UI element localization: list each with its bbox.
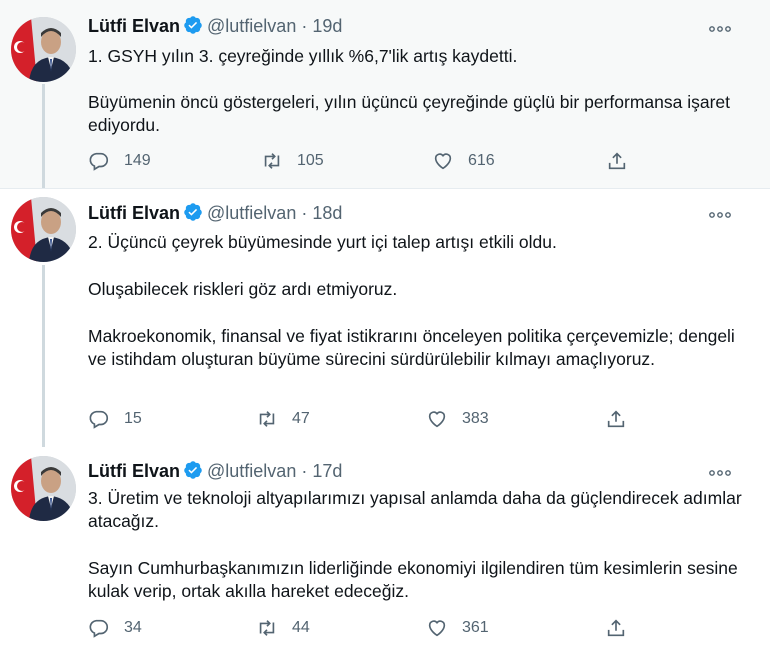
heart-icon bbox=[428, 411, 446, 428]
retweet-count: 105 bbox=[297, 152, 324, 169]
like-count: 383 bbox=[462, 410, 489, 427]
reply-count: 149 bbox=[124, 152, 151, 169]
more-horizontal-icon[interactable] bbox=[707, 206, 733, 224]
tweet-paragraph: Oluşabilecek riskleri göz ardı etmiyoruz… bbox=[88, 279, 398, 299]
tweet-age[interactable]: 18d bbox=[312, 203, 342, 223]
separator-dot: · bbox=[301, 461, 308, 481]
like-button[interactable]: 383 bbox=[426, 408, 489, 430]
verified-badge-icon bbox=[183, 460, 203, 485]
reply-count: 15 bbox=[124, 410, 142, 427]
tweet-1[interactable]: Lütfi Elvan @lutfielvan · 19d 1. GSYH yılın… bbox=[0, 0, 770, 189]
like-count: 616 bbox=[468, 152, 495, 169]
author-name[interactable]: Lütfi Elvan bbox=[88, 16, 180, 36]
tweet-paragraph: 3. Üretim ve teknoloji altyapılarımızı y… bbox=[88, 488, 742, 531]
heart-icon bbox=[434, 153, 452, 170]
tweet-paragraph: 1. GSYH yılın 3. çeyreğinde yıllık %6,7'… bbox=[88, 46, 518, 66]
separator-dot: · bbox=[301, 16, 308, 36]
avatar[interactable] bbox=[11, 17, 76, 82]
reply-icon bbox=[89, 152, 109, 171]
tweet-actions: 149 105 616 bbox=[88, 150, 648, 174]
verified-badge-icon bbox=[183, 202, 203, 227]
tweet-3[interactable]: Lütfi Elvan @lutfielvan · 17d 3. Üretim ve … bbox=[0, 447, 770, 659]
tweet-header: Lütfi Elvan @lutfielvan · 17d bbox=[88, 460, 342, 485]
separator-dot: · bbox=[301, 203, 308, 223]
retweet-icon bbox=[264, 153, 280, 169]
tweet-paragraph: Makroekonomik, finansal ve fiyat istikra… bbox=[88, 326, 735, 369]
share-icon bbox=[607, 619, 625, 637]
reply-count: 34 bbox=[124, 619, 142, 636]
tweet-text: 2. Üçüncü çeyrek büyümesinde yurt içi ta… bbox=[88, 231, 748, 371]
share-icon bbox=[608, 152, 626, 170]
avatar[interactable] bbox=[11, 197, 76, 262]
like-button[interactable]: 361 bbox=[426, 617, 489, 639]
heart-icon bbox=[428, 620, 446, 637]
avatar-image bbox=[11, 456, 76, 521]
retweet-count: 44 bbox=[292, 619, 310, 636]
retweet-button[interactable]: 105 bbox=[261, 150, 324, 172]
share-button[interactable] bbox=[605, 617, 627, 639]
tweet-paragraph: 2. Üçüncü çeyrek büyümesinde yurt içi ta… bbox=[88, 232, 557, 252]
tweet-header: Lütfi Elvan @lutfielvan · 18d bbox=[88, 202, 342, 227]
author-handle[interactable]: @lutfielvan bbox=[207, 461, 296, 481]
retweet-icon bbox=[259, 620, 275, 636]
tweet-header: Lütfi Elvan @lutfielvan · 19d bbox=[88, 15, 342, 40]
author-handle[interactable]: @lutfielvan bbox=[207, 16, 296, 36]
reply-button[interactable]: 15 bbox=[88, 408, 142, 430]
tweet-paragraph: Sayın Cumhurbaşkanımızın liderliğinde ek… bbox=[88, 558, 738, 601]
avatar-image bbox=[11, 17, 76, 82]
retweet-count: 47 bbox=[292, 410, 310, 427]
retweet-button[interactable]: 47 bbox=[256, 408, 310, 430]
share-icon bbox=[607, 410, 625, 428]
tweet-age[interactable]: 19d bbox=[312, 16, 342, 36]
more-horizontal-icon[interactable] bbox=[707, 20, 733, 38]
reply-button[interactable]: 34 bbox=[88, 617, 142, 639]
share-button[interactable] bbox=[606, 150, 628, 172]
author-handle[interactable]: @lutfielvan bbox=[207, 203, 296, 223]
like-count: 361 bbox=[462, 619, 489, 636]
tweet-actions: 15 47 383 bbox=[88, 408, 648, 432]
author-name[interactable]: Lütfi Elvan bbox=[88, 203, 180, 223]
more-horizontal-icon[interactable] bbox=[707, 464, 733, 482]
reply-button[interactable]: 149 bbox=[88, 150, 151, 172]
share-button[interactable] bbox=[605, 408, 627, 430]
tweet-age[interactable]: 17d bbox=[312, 461, 342, 481]
verified-badge-icon bbox=[183, 15, 203, 40]
tweet-actions: 34 44 361 bbox=[88, 617, 648, 641]
tweet-paragraph: Büyümenin öncü göstergeleri, yılın üçünc… bbox=[88, 92, 731, 135]
reply-icon bbox=[89, 619, 109, 638]
avatar[interactable] bbox=[11, 456, 76, 521]
author-name[interactable]: Lütfi Elvan bbox=[88, 461, 180, 481]
retweet-button[interactable]: 44 bbox=[256, 617, 310, 639]
avatar-image bbox=[11, 197, 76, 262]
reply-icon bbox=[89, 410, 109, 429]
thread-connector bbox=[42, 265, 45, 447]
like-button[interactable]: 616 bbox=[432, 150, 495, 172]
tweet-2[interactable]: Lütfi Elvan @lutfielvan · 18d 2. Üçüncü çey… bbox=[0, 189, 770, 447]
tweet-text: 1. GSYH yılın 3. çeyreğinde yıllık %6,7'… bbox=[88, 45, 748, 137]
tweet-text: 3. Üretim ve teknoloji altyapılarımızı y… bbox=[88, 487, 748, 603]
retweet-icon bbox=[259, 411, 275, 427]
thread-connector bbox=[42, 84, 45, 188]
